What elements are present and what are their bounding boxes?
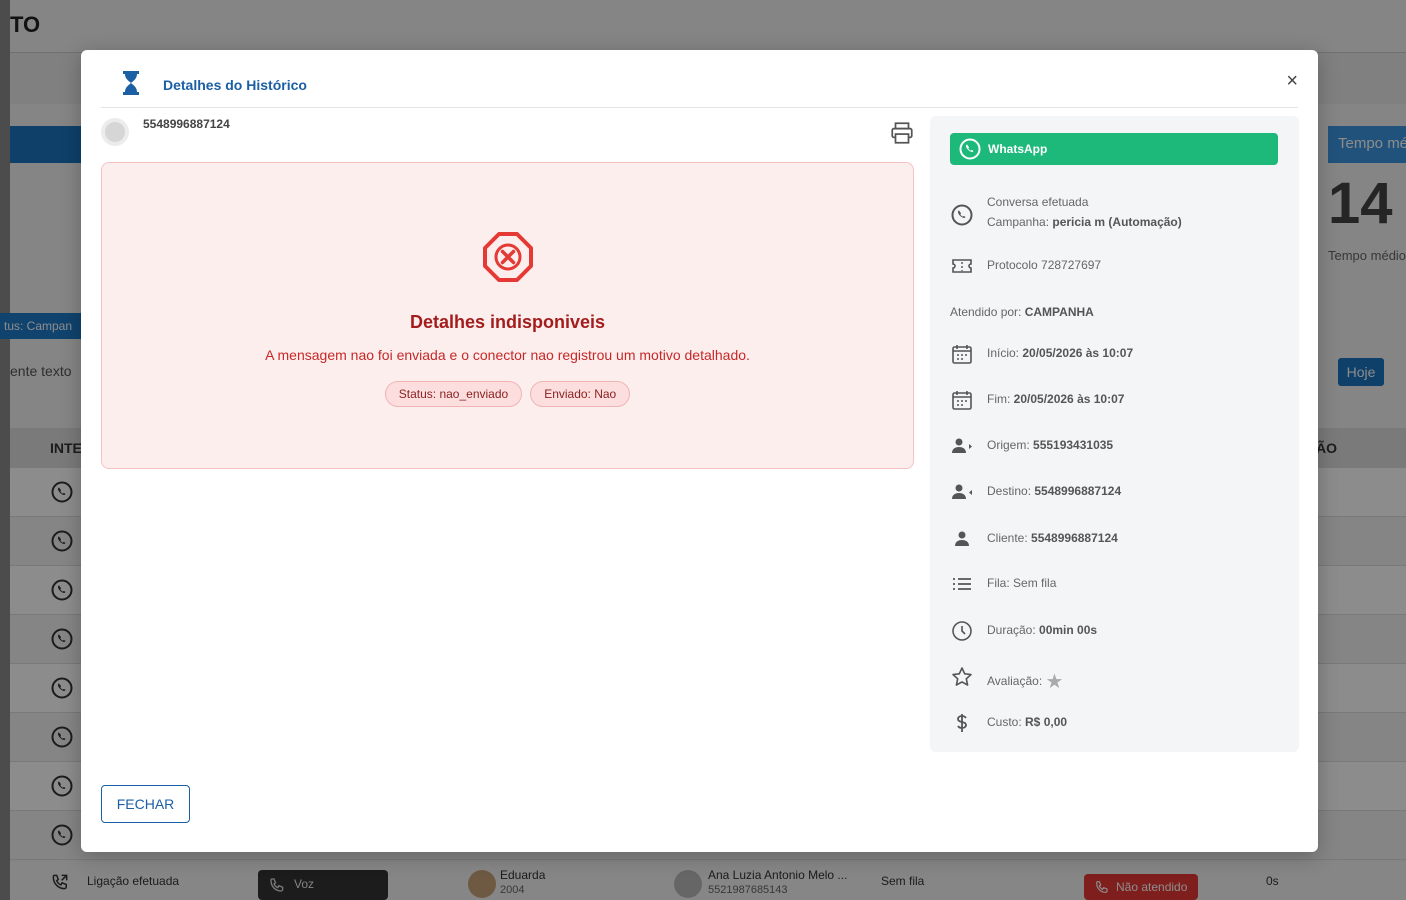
campaign-value: pericia m (Automação) <box>1052 215 1182 229</box>
client-label: Cliente: <box>987 531 1032 545</box>
duration-value: 00min 00s <box>1039 623 1098 637</box>
avatar <box>101 118 129 146</box>
attended-line: Atendido por: CAMPANHA <box>950 305 1094 319</box>
client-line: Cliente: 5548996887124 <box>987 531 1118 545</box>
rating-line: Avaliação: ★ <box>987 669 1063 694</box>
cost-value: R$ 0,00 <box>1025 715 1068 729</box>
channel-badge: WhatsApp <box>950 133 1278 165</box>
sent-chip: Enviado: Nao <box>530 381 631 407</box>
origin-label: Origem: <box>987 438 1034 452</box>
destination-label: Destino: <box>987 484 1035 498</box>
list-icon <box>953 578 971 590</box>
modal-title: Detalhes do Histórico <box>163 77 307 93</box>
person-icon <box>955 531 969 546</box>
dollar-icon <box>957 714 967 732</box>
close-button[interactable]: FECHAR <box>101 785 190 823</box>
error-card: Detalhes indisponiveis A mensagem nao fo… <box>101 162 914 469</box>
clock-icon <box>952 621 972 641</box>
attended-label: Atendido por: <box>950 305 1025 319</box>
conversation-info: Conversa efetuada Campanha: pericia m (A… <box>950 195 1280 241</box>
conversation-type: Conversa efetuada <box>987 195 1089 209</box>
queue-line: Fila: Sem fila <box>987 576 1056 590</box>
destination-value: 5548996887124 <box>1034 484 1122 498</box>
status-chip: Status: nao_enviado <box>384 381 523 407</box>
print-icon[interactable] <box>889 120 915 146</box>
modal-header: Detalhes do Histórico × <box>101 68 1298 108</box>
person-incoming-icon <box>952 484 972 499</box>
queue-label: Fila: <box>987 576 1014 590</box>
error-title: Detalhes indisponiveis <box>409 312 606 332</box>
start-line: Início: 20/05/2026 às 10:07 <box>987 346 1133 360</box>
start-value: 20/05/2026 às 10:07 <box>1022 346 1134 360</box>
origin-value: 555193431035 <box>1033 438 1114 452</box>
error-message: A mensagem nao foi enviada e o conector … <box>265 347 750 363</box>
cost-line: Custo: R$ 0,00 <box>987 715 1067 729</box>
channel-name: WhatsApp <box>988 142 1048 156</box>
star-icon: ★ <box>1045 671 1064 693</box>
hourglass-icon <box>123 71 139 95</box>
start-label: Início: <box>987 346 1023 360</box>
ticket-icon <box>952 259 972 273</box>
queue-value: Sem fila <box>1013 576 1057 590</box>
person-outgoing-icon <box>952 438 972 453</box>
error-octagon-icon <box>483 232 533 282</box>
close-icon[interactable]: × <box>1286 70 1298 93</box>
rating-label: Avaliação: <box>987 674 1046 688</box>
duration-line: Duração: 00min 00s <box>987 623 1097 637</box>
destination-line: Destino: 5548996887124 <box>987 484 1121 498</box>
attended-value: CAMPANHA <box>1024 305 1094 319</box>
calendar-icon <box>952 345 972 364</box>
campaign-label: Campanha: <box>987 215 1053 229</box>
protocol-text: Protocolo 728727697 <box>987 258 1102 272</box>
end-label: Fim: <box>987 392 1014 406</box>
campaign-line: Campanha: pericia m (Automação) <box>987 215 1182 229</box>
cost-label: Custo: <box>987 715 1026 729</box>
duration-label: Duração: <box>987 623 1040 637</box>
client-value: 5548996887124 <box>1031 531 1118 545</box>
error-chips: Status: nao_enviado Enviado: Nao <box>102 381 913 407</box>
whatsapp-icon <box>951 204 973 226</box>
end-line: Fim: 20/05/2026 às 10:07 <box>987 392 1124 406</box>
star-outline-icon <box>952 667 972 686</box>
end-value: 20/05/2026 às 10:07 <box>1013 392 1125 406</box>
history-details-modal: Detalhes do Histórico × 5548996887124 De… <box>81 50 1318 852</box>
contact-number: 5548996887124 <box>143 117 230 131</box>
origin-line: Origem: 555193431035 <box>987 438 1113 452</box>
calendar-icon <box>952 391 972 410</box>
details-panel: WhatsApp Conversa efetuada Campanha: per… <box>930 116 1299 752</box>
whatsapp-icon <box>959 138 981 160</box>
